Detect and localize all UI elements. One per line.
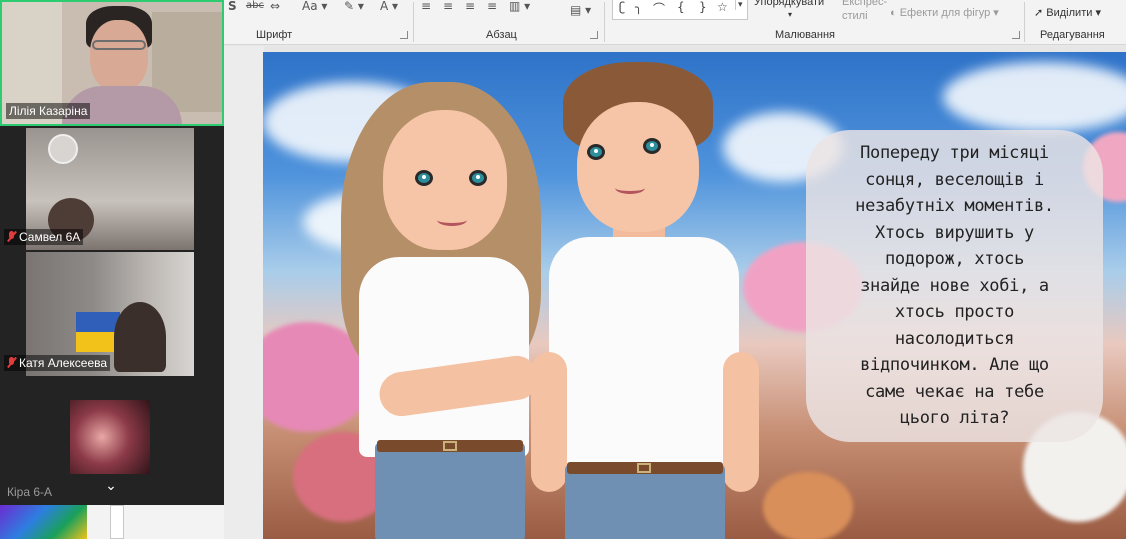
participant-name-text: Лілія Казаріна [9,104,88,118]
drawing-dialog-launcher[interactable] [1012,31,1020,39]
arrange-button[interactable]: Упорядкувати [754,0,824,8]
strikethrough-icon[interactable]: S [228,0,237,14]
paragraph-dialog-launcher[interactable] [590,31,598,39]
participant-name: Кіра 6-А [4,484,55,500]
video-face [90,20,148,92]
shape-effects-label: Ефекти для фігур [899,7,991,19]
change-case-icon[interactable]: Aa ▾ [302,0,327,14]
boy-shirt [549,237,739,467]
boy-eye [643,138,661,154]
abc-icon[interactable]: abc [246,0,264,14]
girl-belt [377,440,523,452]
chevron-down-icon[interactable]: ⌄ [102,478,120,494]
participant-tile[interactable]: Кіра 6-А ⌄ [0,376,224,505]
shapes-gallery[interactable]: ʗ ╮ ⌒ { } ☆ ▾ [612,0,748,20]
arrange-dropdown-icon[interactable]: ▾ [788,10,792,19]
participant-name-text: Катя Алексеева [19,356,108,370]
participants-panel: Лілія Казаріна Самвел 6А Катя Алексеева … [0,0,224,505]
shape-effects-icon: ◐ [890,7,900,19]
boy-face [577,102,699,232]
microphone-muted-icon [7,357,16,368]
justify-icon[interactable]: ≡ [487,0,497,14]
microphone-muted-icon [7,231,16,242]
shape-effects-button[interactable]: ◐ Ефекти для фігур ▾ [890,6,999,19]
wall-clock-icon [48,134,78,164]
slide-canvas[interactable]: Попереду три місяці сонця, веселощів і н… [263,52,1126,539]
participant-name-text: Самвел 6А [19,230,81,244]
highlight-icon[interactable]: ✎ ▾ [344,0,364,14]
participant-name: Лілія Казаріна [6,103,91,119]
boy-belt [567,462,723,474]
select-dropdown-icon: ▾ [1095,7,1101,19]
select-button[interactable]: ➚ Виділити ▾ [1034,6,1101,19]
girl-eye [415,170,433,186]
video-head [114,302,166,372]
convert-smartart-icon[interactable]: ▤ ▾ [570,4,591,18]
slide-editor-margin [224,46,264,539]
quick-styles-line1[interactable]: Експрес- [842,0,887,8]
girl-jeans [375,442,525,539]
participant-tile[interactable]: Катя Алексеева [0,250,224,376]
boy-illustration [531,52,763,539]
flag-blue-stripe [76,312,120,332]
align-left-icon[interactable]: ≡ [421,0,431,14]
participant-name: Самвел 6А [4,229,84,245]
select-label: Виділити [1046,7,1093,19]
cloud-shape [943,62,1126,132]
cursor-icon: ➚ [1034,7,1047,19]
font-group-label: Шрифт [256,29,293,41]
align-right-icon[interactable]: ≡ [465,0,475,14]
participant-tile[interactable]: Лілія Казаріна [0,0,224,126]
flower-shape [763,472,853,539]
glasses-icon [92,40,146,50]
paragraph-group-label: Абзац [486,29,517,41]
group-divider [413,2,414,42]
shape-effects-dropdown-icon: ▾ [993,7,999,19]
scrollbar[interactable] [110,505,124,539]
girl-face [383,110,507,250]
font-color-icon[interactable]: A ▾ [380,0,398,14]
boy-left-arm [531,352,567,492]
participant-avatar [70,400,150,474]
boy-jeans [565,464,725,539]
font-dialog-launcher[interactable] [400,31,408,39]
boy-mouth [615,182,645,194]
participant-name: Катя Алексеева [4,355,111,371]
drawing-group-label: Малювання [775,29,836,41]
slide-text: Попереду три місяці сонця, веселощів і н… [855,143,1054,429]
align-center-icon[interactable]: ≡ [443,0,453,14]
slide-text-box[interactable]: Попереду три місяці сонця, веселощів і н… [806,130,1103,442]
columns-icon[interactable]: ▥ ▾ [509,0,530,14]
boy-right-arm [723,352,759,492]
spacing-icon[interactable]: ⇔ [270,0,280,14]
girl-eye [469,170,487,186]
group-divider [1024,2,1025,42]
quick-styles-line2[interactable]: стилі [842,10,868,22]
participant-tile[interactable]: Самвел 6А [0,126,224,250]
girl-illustration [333,52,563,539]
slide-thumbnail[interactable] [0,505,87,539]
editing-group-label: Редагування [1040,29,1105,41]
girl-mouth [437,214,467,226]
ribbon: S abc ⇔ Aa ▾ ✎ ▾ A ▾ Шрифт ≡ ≡ ≡ ≡ ▥ ▾ ▤… [224,0,1126,45]
participant-name-text: Кіра 6-А [7,485,53,499]
group-divider [604,2,605,42]
boy-eye [587,144,605,160]
